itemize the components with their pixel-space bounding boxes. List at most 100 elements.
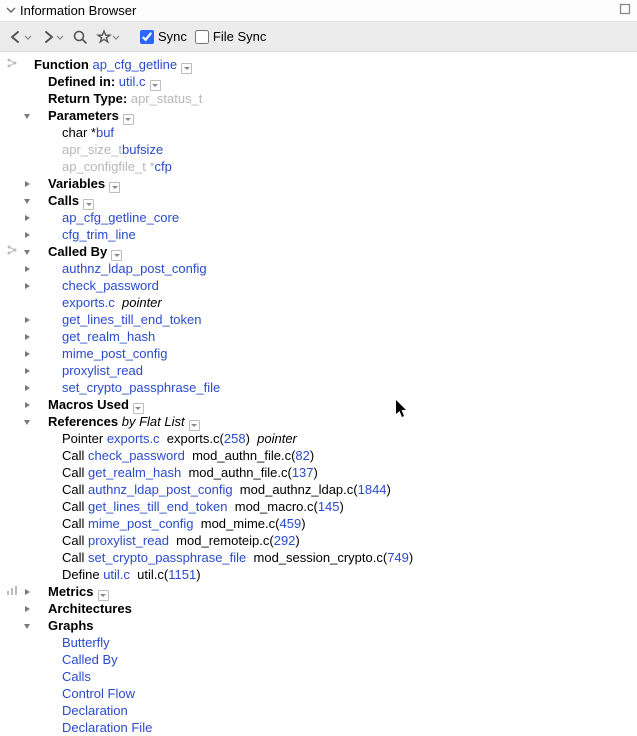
forward-button[interactable] — [40, 29, 64, 45]
function-name-link[interactable]: ap_cfg_getline — [93, 57, 178, 72]
menu-badge-icon[interactable] — [150, 80, 161, 91]
reference-entity-link[interactable]: proxylist_read — [88, 533, 169, 548]
graph-link[interactable]: Declaration — [62, 703, 128, 718]
twisty-collapsed-icon[interactable] — [20, 282, 34, 290]
reference-entity-link[interactable]: check_password — [88, 448, 185, 463]
reference-kind: Pointer — [62, 431, 107, 446]
reference-line-link[interactable]: 137 — [292, 465, 314, 480]
favorite-button[interactable] — [96, 29, 120, 45]
graph-link[interactable]: Called By — [62, 652, 118, 667]
reference-entity-link[interactable]: set_crypto_passphrase_file — [88, 550, 246, 565]
reference-line-link[interactable]: 1151 — [168, 567, 196, 582]
reference-row: Call get_lines_till_end_token mod_macro.… — [0, 498, 637, 515]
param-name-link[interactable]: bufsize — [122, 142, 163, 157]
defined-in-link[interactable]: util.c — [119, 74, 146, 89]
back-button[interactable] — [8, 29, 32, 45]
maximize-icon[interactable] — [619, 3, 631, 18]
menu-badge-icon[interactable] — [83, 199, 94, 210]
calledby-link[interactable]: set_crypto_passphrase_file — [62, 380, 220, 395]
graphs-heading: Graphs — [48, 618, 94, 633]
filesync-label: File Sync — [213, 29, 266, 44]
menu-badge-icon[interactable] — [111, 250, 122, 261]
twisty-expanded-icon[interactable] — [20, 418, 34, 426]
graph-link[interactable]: Declaration File — [62, 720, 152, 735]
return-type-value: apr_status_t — [131, 91, 203, 106]
menu-badge-icon[interactable] — [133, 403, 144, 414]
graph-link[interactable]: Butterfly — [62, 635, 110, 650]
graph-row: Declaration File — [0, 719, 637, 736]
reference-entity-link[interactable]: mime_post_config — [88, 516, 194, 531]
twisty-collapsed-icon[interactable] — [20, 316, 34, 324]
calledby-row: mime_post_config — [0, 345, 637, 362]
param-name-link[interactable]: buf — [96, 125, 114, 140]
sync-checkbox[interactable]: Sync — [140, 29, 187, 44]
twisty-collapsed-icon[interactable] — [20, 401, 34, 409]
twisty-collapsed-icon[interactable] — [20, 265, 34, 273]
reference-kind: Call — [62, 516, 88, 531]
twisty-collapsed-icon[interactable] — [20, 384, 34, 392]
reference-tail: pointer — [257, 431, 297, 446]
calledby-link[interactable]: check_password — [62, 278, 159, 293]
reference-line-link[interactable]: 82 — [295, 448, 309, 463]
reference-entity-link[interactable]: get_lines_till_end_token — [88, 499, 228, 514]
param-name-link[interactable]: cfp — [155, 159, 172, 174]
panel-collapse-icon[interactable] — [6, 3, 16, 18]
twisty-collapsed-icon[interactable] — [20, 367, 34, 375]
reference-entity-link[interactable]: get_realm_hash — [88, 465, 181, 480]
reference-line-link[interactable]: 145 — [318, 499, 340, 514]
calls-heading: Calls — [48, 193, 79, 208]
reference-row: Call authnz_ldap_post_config mod_authnz_… — [0, 481, 637, 498]
twisty-expanded-icon[interactable] — [20, 197, 34, 205]
reference-line-link[interactable]: 258 — [224, 431, 246, 446]
metrics-heading: Metrics — [48, 584, 94, 599]
menu-badge-icon[interactable] — [123, 114, 134, 125]
reference-row: Pointer exports.c exports.c(258) pointer — [0, 430, 637, 447]
calledby-row: get_lines_till_end_token — [0, 311, 637, 328]
twisty-collapsed-icon[interactable] — [20, 180, 34, 188]
twisty-collapsed-icon[interactable] — [20, 333, 34, 341]
calledby-link[interactable]: get_realm_hash — [62, 329, 155, 344]
twisty-expanded-icon[interactable] — [20, 248, 34, 256]
reference-line-link[interactable]: 292 — [274, 533, 296, 548]
reference-line-link[interactable]: 749 — [387, 550, 409, 565]
param-type: apr_size_t — [62, 142, 122, 157]
graph-link[interactable]: Control Flow — [62, 686, 135, 701]
reference-row: Call set_crypto_passphrase_file mod_sess… — [0, 549, 637, 566]
calledby-row: authnz_ldap_post_config — [0, 260, 637, 277]
calledby-link[interactable]: proxylist_read — [62, 363, 143, 378]
graph-link[interactable]: Calls — [62, 669, 91, 684]
panel-title: Information Browser — [20, 3, 136, 18]
reference-entity-link[interactable]: authnz_ldap_post_config — [88, 482, 233, 497]
twisty-collapsed-icon[interactable] — [20, 231, 34, 239]
reference-entity-link[interactable]: exports.c — [107, 431, 160, 446]
search-button[interactable] — [72, 29, 88, 45]
twisty-collapsed-icon[interactable] — [20, 214, 34, 222]
param-type: char * — [62, 125, 96, 140]
twisty-collapsed-icon[interactable] — [20, 605, 34, 613]
reference-entity-link[interactable]: util.c — [103, 567, 130, 582]
sync-label: Sync — [158, 29, 187, 44]
menu-badge-icon[interactable] — [189, 420, 200, 431]
twisty-collapsed-icon[interactable] — [20, 350, 34, 358]
menu-badge-icon[interactable] — [181, 63, 192, 74]
reference-file: mod_remoteip.c( — [169, 533, 274, 548]
menu-badge-icon[interactable] — [98, 590, 109, 601]
twisty-expanded-icon[interactable] — [20, 622, 34, 630]
twisty-collapsed-icon[interactable] — [20, 588, 34, 596]
calledby-link[interactable]: authnz_ldap_post_config — [62, 261, 207, 276]
return-type-label: Return Type: — [48, 91, 127, 106]
macros-heading: Macros Used — [48, 397, 129, 412]
call-link[interactable]: cfg_trim_line — [62, 227, 136, 242]
calledby-row: proxylist_read — [0, 362, 637, 379]
calledby-link[interactable]: mime_post_config — [62, 346, 168, 361]
reference-kind: Call — [62, 448, 88, 463]
filesync-checkbox[interactable]: File Sync — [195, 29, 266, 44]
menu-badge-icon[interactable] — [109, 182, 120, 193]
calledby-link[interactable]: exports.c — [62, 295, 115, 310]
reference-line-link[interactable]: 1844 — [358, 482, 387, 497]
calledby-link[interactable]: get_lines_till_end_token — [62, 312, 202, 327]
call-link[interactable]: ap_cfg_getline_core — [62, 210, 179, 225]
twisty-expanded-icon[interactable] — [20, 112, 34, 120]
reference-line-link[interactable]: 459 — [279, 516, 301, 531]
metrics-icon — [4, 584, 20, 596]
